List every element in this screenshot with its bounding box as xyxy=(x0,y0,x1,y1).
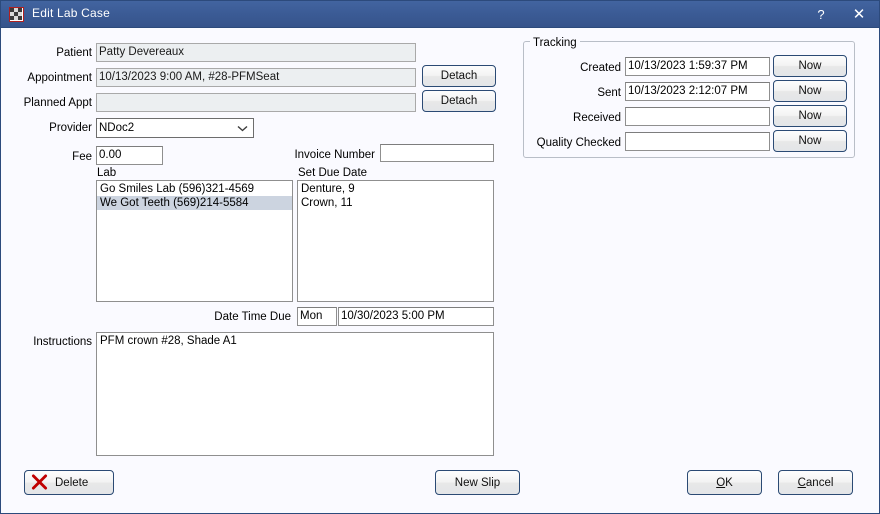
set-due-date-listbox[interactable]: Denture, 9 Crown, 11 xyxy=(297,180,494,302)
invoice-number-label: Invoice Number xyxy=(294,149,375,161)
patient-label: Patient xyxy=(56,47,92,59)
appointment-field: 10/13/2023 9:00 AM, #28-PFMSeat xyxy=(96,68,416,87)
provider-select[interactable]: NDoc2 xyxy=(96,118,254,138)
tracking-received-label: Received xyxy=(573,112,621,124)
grid-icon xyxy=(9,7,24,22)
tracking-created-field[interactable]: 10/13/2023 1:59:37 PM xyxy=(625,57,770,76)
tracking-created-label: Created xyxy=(580,62,621,74)
list-item[interactable]: Denture, 9 xyxy=(298,182,493,196)
cancel-button-label: Cancel xyxy=(797,476,834,489)
appointment-label: Appointment xyxy=(27,72,92,84)
provider-label: Provider xyxy=(49,122,92,134)
tracking-created-now-button[interactable]: Now xyxy=(773,55,847,77)
list-item[interactable]: Crown, 11 xyxy=(298,196,493,210)
fee-label: Fee xyxy=(72,151,92,163)
detach-appointment-button[interactable]: Detach xyxy=(422,65,496,87)
patient-field: Patty Devereaux xyxy=(96,43,416,62)
invoice-number-input[interactable] xyxy=(380,144,494,162)
list-item[interactable]: Go Smiles Lab (596)321-4569 xyxy=(97,182,292,196)
tracking-legend: Tracking xyxy=(530,37,580,49)
lab-label: Lab xyxy=(97,167,117,179)
tracking-sent-label: Sent xyxy=(597,87,621,99)
cancel-button[interactable]: Cancel xyxy=(778,470,853,495)
date-time-due-day-field: Mon xyxy=(297,307,337,326)
help-icon[interactable]: ? xyxy=(805,1,837,28)
lab-listbox[interactable]: Go Smiles Lab (596)321-4569 We Got Teeth… xyxy=(96,180,293,302)
cancel-accel: C xyxy=(797,476,806,489)
tracking-quality-checked-label: Quality Checked xyxy=(536,137,621,149)
chevron-down-icon xyxy=(234,119,250,137)
window-titlebar: Edit Lab Case ? ✕ xyxy=(1,1,879,28)
delete-button[interactable]: Delete xyxy=(24,470,114,495)
delete-button-label: Delete xyxy=(55,476,89,489)
ok-button-label: OK xyxy=(716,476,733,489)
planned-appt-field xyxy=(96,93,416,112)
planned-appt-label: Planned Appt xyxy=(23,97,92,109)
date-time-due-label: Date Time Due xyxy=(214,311,291,323)
provider-selected-value: NDoc2 xyxy=(99,122,135,134)
instructions-textarea[interactable]: PFM crown #28, Shade A1 xyxy=(96,332,494,456)
tracking-sent-now-button[interactable]: Now xyxy=(773,80,847,102)
close-icon[interactable]: ✕ xyxy=(843,1,875,28)
date-time-due-input[interactable]: 10/30/2023 5:00 PM xyxy=(338,307,494,326)
ok-button[interactable]: OK xyxy=(687,470,762,495)
tracking-received-now-button[interactable]: Now xyxy=(773,105,847,127)
red-x-icon xyxy=(31,474,48,490)
detach-planned-appt-button[interactable]: Detach xyxy=(422,90,496,112)
tracking-quality-checked-field[interactable] xyxy=(625,132,770,151)
tracking-received-field[interactable] xyxy=(625,107,770,126)
instructions-label: Instructions xyxy=(33,336,92,348)
window-title: Edit Lab Case xyxy=(32,6,110,20)
new-slip-button[interactable]: New Slip xyxy=(435,470,520,495)
edit-lab-case-window: Edit Lab Case ? ✕ Patient Patty Devereau… xyxy=(0,0,880,514)
fee-input[interactable]: 0.00 xyxy=(96,146,163,165)
set-due-date-label: Set Due Date xyxy=(298,167,368,179)
tracking-sent-field[interactable]: 10/13/2023 2:12:07 PM xyxy=(625,82,770,101)
ok-accel: O xyxy=(716,476,726,489)
list-item[interactable]: We Got Teeth (569)214-5584 xyxy=(97,196,292,210)
tracking-quality-checked-now-button[interactable]: Now xyxy=(773,130,847,152)
